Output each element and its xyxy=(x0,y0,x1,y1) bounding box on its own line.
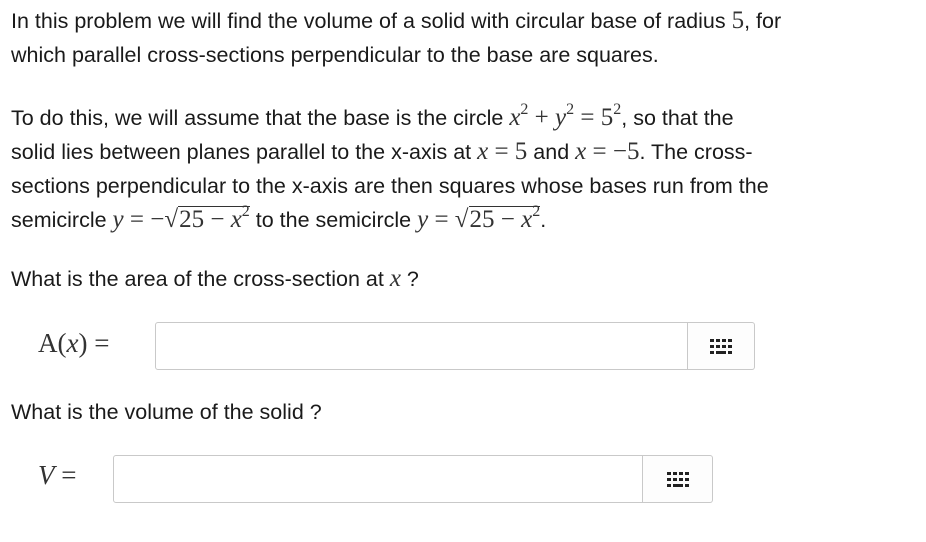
math-keypad-icon xyxy=(710,338,732,354)
area-answer-label: A(x) = xyxy=(38,328,110,358)
volume-answer-input[interactable] xyxy=(113,455,643,503)
area-keypad-button[interactable] xyxy=(688,322,755,370)
setup-text-4: and xyxy=(527,140,576,164)
setup-text-5: . The cross- xyxy=(639,140,753,164)
question-area-var: x xyxy=(389,265,401,292)
question-volume-text: What is the volume of the solid ? xyxy=(11,400,322,424)
intro-text-3: which parallel cross-sections perpendicu… xyxy=(11,43,659,67)
problem-page: In this problem we will find the volume … xyxy=(0,0,926,542)
semicircle-equation-1: y = −√25 − x2 xyxy=(112,203,250,233)
intro-text: In this problem we will find the volume … xyxy=(11,9,732,33)
setup-text-3: solid lies between planes parallel to th… xyxy=(11,140,478,164)
area-answer-input[interactable] xyxy=(155,322,688,370)
setup-text-8: to the semicircle xyxy=(249,208,418,232)
setup-text: To do this, we will assume that the base… xyxy=(11,106,510,130)
setup-text-7: semicircle xyxy=(11,208,113,232)
intro-text-2: , for xyxy=(744,9,782,33)
plane-equation-2: x = −5 xyxy=(575,138,640,165)
question-area-text: What is the area of the cross-section at xyxy=(11,267,390,291)
setup-text-6: sections perpendicular to the x-axis are… xyxy=(11,174,769,198)
plane-equation-1: x = 5 xyxy=(477,138,528,165)
circle-equation: x2 + y2 = 52 xyxy=(509,101,622,132)
problem-setup: To do this, we will assume that the base… xyxy=(11,101,769,234)
problem-intro: In this problem we will find the volume … xyxy=(11,4,781,72)
volume-answer-label: V = xyxy=(38,460,77,490)
question-volume: What is the volume of the solid ? xyxy=(11,395,322,429)
volume-keypad-button[interactable] xyxy=(643,455,713,503)
question-area: What is the area of the cross-section at… xyxy=(11,265,419,292)
radius-value: 5 xyxy=(731,7,745,34)
setup-text-2: , so that the xyxy=(621,106,734,130)
semicircle-equation-2: y = √25 − x2 xyxy=(417,203,541,233)
math-keypad-icon xyxy=(666,471,689,487)
